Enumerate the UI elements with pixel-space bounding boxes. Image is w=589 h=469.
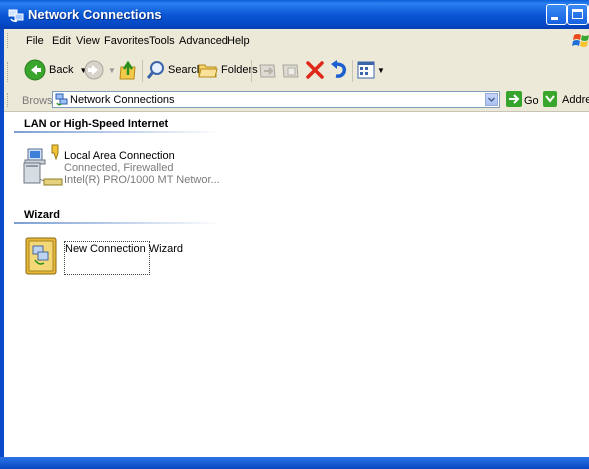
go-button[interactable]: [506, 91, 522, 107]
views-button[interactable]: ▼: [357, 58, 385, 82]
toolbar-separator: [142, 60, 143, 82]
title-bar[interactable]: Network Connections: [0, 0, 589, 29]
windows-logo-icon: [572, 34, 589, 47]
back-arrow-icon: [24, 59, 46, 81]
address-bar: Browse Network Connections Go Addre: [0, 89, 589, 112]
maximize-button[interactable]: [567, 4, 588, 25]
network-connections-window: Network Connections File Edit View Favor…: [0, 0, 589, 469]
chevron-down-icon: [545, 95, 555, 103]
address-toolbar-label: Addres: [562, 94, 589, 106]
toolbar-grip[interactable]: [7, 62, 10, 82]
toolbar-separator: [251, 60, 252, 82]
address-dropdown-button[interactable]: [485, 93, 498, 106]
views-dropdown-icon[interactable]: ▼: [377, 66, 385, 75]
chevron-down-icon: [487, 97, 496, 103]
group-divider: [14, 131, 222, 133]
search-icon: [147, 61, 164, 79]
copy-to-folder-icon: [282, 64, 299, 78]
address-grip[interactable]: [7, 93, 10, 107]
network-connections-icon: [55, 93, 68, 106]
standard-toolbar: Back ▼ ▼ Search Folders ▼: [0, 52, 589, 90]
toolbar-separator: [352, 60, 353, 82]
connection-device: Intel(R) PRO/1000 MT Networ...: [64, 174, 220, 186]
wizard-name: New Connection Wizard: [65, 243, 183, 255]
menu-file[interactable]: File: [26, 35, 44, 47]
links-button[interactable]: [543, 91, 557, 107]
menu-view[interactable]: View: [76, 35, 100, 47]
connection-wizard-icon: [25, 237, 57, 275]
move-to-folder-icon: [259, 64, 276, 78]
back-button[interactable]: Back ▼: [24, 58, 87, 82]
delete-icon: [306, 61, 324, 79]
group-header-lan: LAN or High-Speed Internet: [24, 118, 169, 130]
content-pane: LAN or High-Speed Internet Local Area Co…: [0, 112, 589, 457]
go-label[interactable]: Go: [524, 95, 539, 107]
up-folder-icon: [119, 60, 136, 80]
menu-advanced[interactable]: Advanced: [179, 35, 228, 47]
group-header-wizard: Wizard: [24, 209, 60, 221]
copy-to-button[interactable]: [281, 58, 301, 82]
window-title: Network Connections: [28, 7, 162, 22]
folders-icon: [198, 64, 218, 78]
menu-help[interactable]: Help: [227, 35, 250, 47]
move-to-button[interactable]: [258, 58, 278, 82]
window-frame-left: [0, 29, 4, 469]
back-label: Back: [49, 64, 74, 76]
address-input[interactable]: Network Connections: [52, 91, 500, 108]
undo-icon: [331, 60, 347, 78]
menu-grip[interactable]: [7, 33, 10, 48]
minimize-icon: [551, 17, 558, 20]
folders-button[interactable]: Folders: [198, 58, 258, 82]
search-button[interactable]: Search: [147, 58, 203, 82]
maximize-icon: [572, 9, 583, 19]
go-arrow-icon: [509, 94, 520, 104]
connection-name: Local Area Connection: [64, 150, 175, 162]
up-folder-button[interactable]: [119, 58, 139, 82]
menu-favorites[interactable]: Favorites: [104, 35, 149, 47]
network-connections-icon: [8, 9, 24, 22]
menu-edit[interactable]: Edit: [52, 35, 71, 47]
views-grid-icon: [357, 61, 375, 79]
window-frame-bottom: [0, 457, 589, 469]
address-value: Network Connections: [70, 94, 175, 106]
forward-button[interactable]: ▼: [84, 58, 116, 82]
undo-button[interactable]: [329, 58, 349, 82]
forward-arrow-icon: [84, 60, 104, 80]
menu-tools[interactable]: Tools: [149, 35, 175, 47]
group-divider: [14, 222, 222, 224]
lan-connection-icon: [23, 144, 63, 186]
minimize-button[interactable]: [546, 4, 567, 25]
connection-status: Connected, Firewalled: [64, 162, 174, 174]
folders-label: Folders: [221, 64, 258, 76]
forward-dropdown-icon[interactable]: ▼: [108, 66, 116, 75]
delete-button[interactable]: [305, 58, 325, 82]
menu-bar: File Edit View Favorites Tools Advanced …: [0, 29, 589, 53]
